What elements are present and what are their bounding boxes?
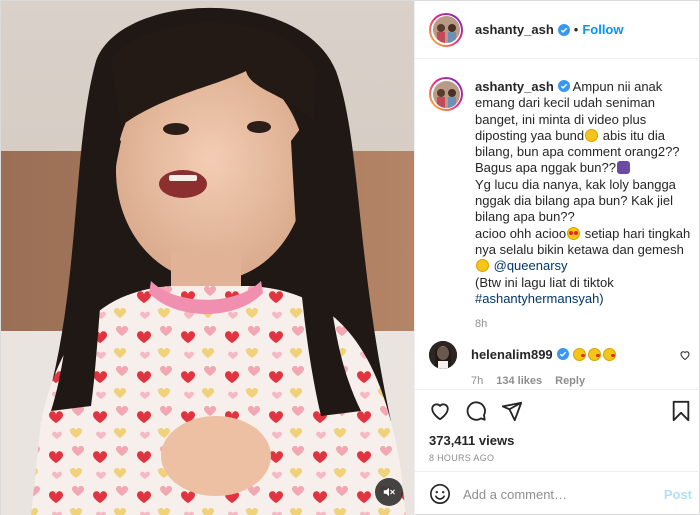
comment-item: helenalim899 7h 134 likes Reply <box>429 341 691 387</box>
post-video[interactable] <box>1 1 414 515</box>
grinning-emoji-icon <box>476 259 489 273</box>
post-timestamp[interactable]: 8 HOURS AGO <box>429 453 494 463</box>
share-icon[interactable] <box>501 400 523 422</box>
view-count[interactable]: 373,411 views <box>429 433 514 448</box>
post-actions: 373,411 views 8 HOURS AGO <box>415 389 700 471</box>
speaker-muted-icon <box>383 487 395 497</box>
caption-line: (Btw ini lagu liat di tiktok <box>475 274 614 290</box>
heart-eyes-emoji-icon <box>567 226 581 240</box>
mute-button[interactable] <box>375 478 403 506</box>
kiss-emoji-icon <box>588 348 602 361</box>
bookmark-icon[interactable] <box>670 400 692 422</box>
heart-icon[interactable] <box>679 349 691 361</box>
comment-input[interactable] <box>463 486 653 502</box>
post-side-panel: ashanty_ash • Follow ashanty_ash Ampun n… <box>414 1 700 515</box>
video-frame-image <box>1 1 414 515</box>
verified-badge-icon <box>556 348 569 360</box>
verified-badge-icon <box>557 80 570 92</box>
grinning-emoji-icon <box>585 128 599 142</box>
add-comment-bar: Post <box>415 471 700 515</box>
shrug-emoji-icon <box>616 161 630 175</box>
post-comment-button[interactable]: Post <box>664 487 692 502</box>
commenter-avatar[interactable] <box>429 341 457 369</box>
caption-timestamp: 8h <box>475 318 488 331</box>
comment-icon[interactable] <box>465 400 487 422</box>
comment-meta: 7h 134 likes Reply <box>471 375 691 387</box>
avatar-photo <box>432 80 460 108</box>
caption-line: Yg lucu dia nanya, kak loly bangga nggak… <box>475 176 676 225</box>
hashtag-link[interactable]: #ashantyhermansyah) <box>475 291 604 306</box>
header-separator: • <box>573 22 579 37</box>
action-icons <box>429 400 523 422</box>
avatar-photo <box>432 16 460 43</box>
commenter-username[interactable]: helenalim899 <box>471 347 553 362</box>
caption-username[interactable]: ashanty_ash <box>475 79 554 94</box>
mention-link[interactable]: @queenarsy <box>494 258 568 273</box>
post-caption: ashanty_ash Ampun nii anak emang dari ke… <box>429 77 691 332</box>
post-header: ashanty_ash • Follow <box>415 1 700 59</box>
comment-text: helenalim899 <box>471 341 691 363</box>
verified-badge-icon <box>557 23 570 36</box>
kiss-emoji-icon <box>603 348 617 361</box>
author-avatar[interactable] <box>429 12 463 47</box>
kiss-emoji-icon <box>573 348 587 361</box>
comment-likes[interactable]: 134 likes <box>496 375 542 387</box>
caption-text: ashanty_ash Ampun nii anak emang dari ke… <box>475 77 691 332</box>
comment-timestamp: 7h <box>471 375 484 387</box>
reply-button[interactable]: Reply <box>555 375 585 387</box>
heart-icon[interactable] <box>429 400 451 422</box>
caption-line: acioo ohh acioo <box>475 225 567 241</box>
follow-button[interactable]: Follow <box>582 22 623 37</box>
author-username[interactable]: ashanty_ash <box>475 22 554 37</box>
instagram-post: ashanty_ash • Follow ashanty_ash Ampun n… <box>0 0 700 515</box>
comments-section: ashanty_ash Ampun nii anak emang dari ke… <box>415 59 700 389</box>
smile-icon[interactable] <box>429 483 451 505</box>
caption-author-avatar[interactable] <box>429 77 463 111</box>
